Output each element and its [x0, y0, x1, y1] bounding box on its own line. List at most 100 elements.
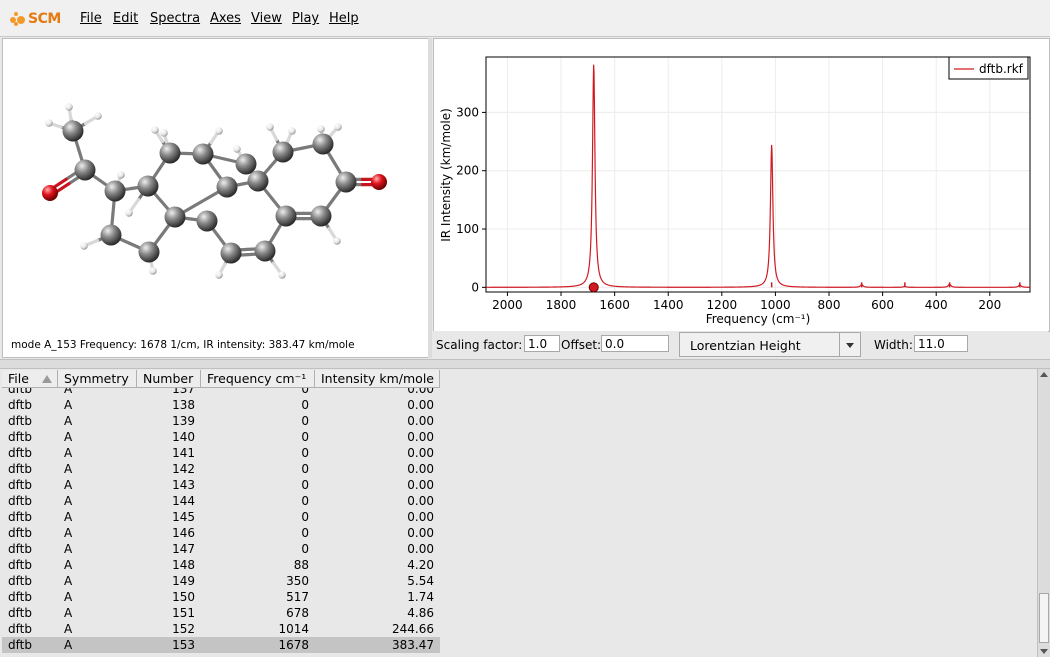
- carbon-atom[interactable]: [138, 241, 160, 263]
- menu-view[interactable]: View: [251, 11, 282, 26]
- carbon-atom[interactable]: [74, 159, 96, 181]
- spectrum-plot[interactable]: 2000 1800 1600 1400 1200 1000 800 600 400 200 0 10…: [433, 38, 1050, 332]
- table-row[interactable]: dftb A 152 1014 244.66: [2, 621, 440, 637]
- offset-input[interactable]: 0.0: [601, 335, 669, 352]
- menu-spectra[interactable]: Spectra: [150, 11, 200, 26]
- carbon-atom[interactable]: [196, 210, 218, 232]
- carbon-atom[interactable]: [312, 133, 334, 155]
- table-cell: 0.00: [407, 430, 434, 444]
- hydrogen-atom[interactable]: [233, 145, 241, 153]
- oxygen-atom[interactable]: [42, 185, 58, 201]
- carbon-atom[interactable]: [247, 170, 269, 192]
- carbon-atom[interactable]: [335, 171, 357, 193]
- menu-play[interactable]: Play: [292, 11, 319, 26]
- x-tick-label: 1400: [653, 298, 684, 312]
- carbon-atom[interactable]: [104, 180, 126, 202]
- carbon-atom[interactable]: [192, 143, 214, 165]
- hydrogen-atom[interactable]: [288, 127, 296, 135]
- hydrogen-atom[interactable]: [125, 209, 133, 217]
- table-row[interactable]: dftb A 145 0 0.00: [2, 509, 440, 525]
- table-row[interactable]: dftb A 141 0 0.00: [2, 445, 440, 461]
- menu-edit[interactable]: Edit: [113, 11, 138, 26]
- table-row[interactable]: dftb A 151 678 4.86: [2, 605, 440, 621]
- carbon-atom[interactable]: [310, 205, 332, 227]
- lineshape-dropdown[interactable]: Lorentzian Height: [679, 332, 861, 357]
- scaling-factor-input[interactable]: 1.0: [524, 335, 560, 352]
- table-row[interactable]: dftb A 143 0 0.00: [2, 477, 440, 493]
- carbon-atom[interactable]: [220, 242, 242, 264]
- table-row[interactable]: dftb A 147 0 0.00: [2, 541, 440, 557]
- table-cell: 144: [172, 494, 195, 508]
- table-cell: 0: [301, 430, 309, 444]
- carbon-atom[interactable]: [137, 175, 159, 197]
- carbon-atom[interactable]: [100, 224, 122, 246]
- vertical-splitter[interactable]: [428, 38, 432, 358]
- legend-label: dftb.rkf: [979, 62, 1024, 76]
- hydrogen-atom[interactable]: [278, 271, 286, 279]
- hydrogen-atom[interactable]: [151, 126, 159, 134]
- oxygen-atom[interactable]: [371, 174, 387, 190]
- hydrogen-atom[interactable]: [333, 237, 341, 245]
- menu-help[interactable]: Help: [329, 11, 359, 26]
- hydrogen-atom[interactable]: [334, 123, 342, 131]
- carbon-atom[interactable]: [275, 205, 297, 227]
- table-row[interactable]: dftb A 150 517 1.74: [2, 589, 440, 605]
- hydrogen-atom[interactable]: [215, 127, 223, 135]
- table-scrollbar[interactable]: [1037, 369, 1050, 657]
- menu-axes[interactable]: Axes: [210, 11, 241, 26]
- table-cell: dftb: [8, 494, 32, 508]
- table-row[interactable]: dftb A 146 0 0.00: [2, 525, 440, 541]
- y-tick-label: 200: [456, 164, 479, 178]
- width-input[interactable]: 11.0: [914, 335, 968, 352]
- hydrogen-atom[interactable]: [117, 171, 125, 179]
- carbon-atom[interactable]: [272, 141, 294, 163]
- x-tick-label: 1000: [760, 298, 791, 312]
- column-header-file[interactable]: File: [2, 370, 58, 388]
- table-cell: 138: [172, 398, 195, 412]
- horizontal-splitter[interactable]: [0, 359, 1050, 369]
- x-tick-label: 1800: [546, 298, 577, 312]
- x-tick-label: 2000: [492, 298, 523, 312]
- carbon-atom[interactable]: [254, 240, 276, 262]
- carbon-atom[interactable]: [235, 153, 257, 175]
- carbon-atom[interactable]: [164, 206, 186, 228]
- table-row[interactable]: dftb A 144 0 0.00: [2, 493, 440, 509]
- table-row[interactable]: dftb A 153 1678 383.47: [2, 637, 440, 653]
- lineshape-value: Lorentzian Height: [690, 338, 801, 353]
- hydrogen-atom[interactable]: [160, 129, 168, 137]
- table-row[interactable]: dftb A 140 0 0.00: [2, 429, 440, 445]
- chevron-down-icon[interactable]: [839, 333, 860, 356]
- hydrogen-atom[interactable]: [215, 271, 223, 279]
- menu-bar: SCM File Edit Spectra Axes View Play Hel…: [0, 0, 1050, 37]
- menu-file[interactable]: File: [80, 11, 102, 26]
- scroll-up-icon[interactable]: [1038, 369, 1050, 381]
- carbon-atom[interactable]: [159, 142, 181, 164]
- spectrum-chart[interactable]: 2000 1800 1600 1400 1200 1000 800 600 400 200 0 10…: [434, 39, 1049, 331]
- table-row[interactable]: dftb A 149 350 5.54: [2, 573, 440, 589]
- column-header-symmetry[interactable]: Symmetry: [58, 370, 137, 388]
- table-cell: dftb: [8, 542, 32, 556]
- table-row[interactable]: dftb A 139 0 0.00: [2, 413, 440, 429]
- column-header-number[interactable]: Number: [137, 370, 201, 388]
- selected-mode-marker[interactable]: [588, 282, 599, 293]
- table-cell: 143: [172, 478, 195, 492]
- molecule-structure[interactable]: [3, 39, 428, 335]
- molecule-viewer[interactable]: mode A_153 Frequency: 1678 1/cm, IR inte…: [2, 38, 429, 358]
- table-row[interactable]: dftb A 142 0 0.00: [2, 461, 440, 477]
- carbon-atom[interactable]: [62, 120, 84, 142]
- carbon-atom[interactable]: [216, 176, 238, 198]
- hydrogen-atom[interactable]: [80, 242, 88, 250]
- table-row[interactable]: dftb A 138 0 0.00: [2, 397, 440, 413]
- column-header-frequency[interactable]: Frequency cm⁻¹: [201, 370, 315, 388]
- hydrogen-atom[interactable]: [149, 267, 157, 275]
- hydrogen-atom[interactable]: [266, 123, 274, 131]
- spectrum-controls: Scaling factor: 1.0 Offset: 0.0 Lorentzi…: [433, 331, 1048, 358]
- scroll-down-icon[interactable]: [1038, 645, 1050, 657]
- hydrogen-atom[interactable]: [45, 119, 53, 127]
- scrollbar-thumb[interactable]: [1039, 593, 1049, 643]
- column-header-intensity[interactable]: Intensity km/mole: [315, 370, 440, 388]
- table-row[interactable]: dftb A 148 88 4.20: [2, 557, 440, 573]
- hydrogen-atom[interactable]: [65, 103, 73, 111]
- hydrogen-atom[interactable]: [317, 125, 325, 133]
- hydrogen-atom[interactable]: [94, 112, 102, 120]
